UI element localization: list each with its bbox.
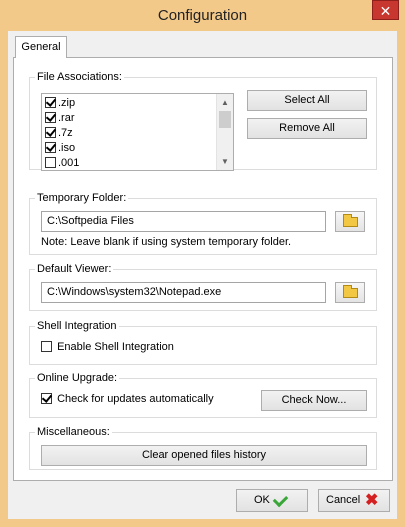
checkbox-zip[interactable] bbox=[45, 97, 56, 108]
temporary-folder-input[interactable]: C:\Softpedia Files bbox=[41, 211, 326, 232]
checkbox-rar[interactable] bbox=[45, 112, 56, 123]
file-associations-list[interactable]: .zip .rar .7z .iso .001 ▲ ▼ bbox=[41, 93, 234, 171]
list-item-label: .iso bbox=[58, 142, 76, 154]
checkbox-7z[interactable] bbox=[45, 127, 56, 138]
list-item[interactable]: .iso bbox=[45, 141, 75, 156]
scroll-up-icon[interactable]: ▲ bbox=[217, 94, 233, 111]
remove-all-button[interactable]: Remove All bbox=[247, 118, 367, 139]
checkbox-box[interactable] bbox=[41, 393, 52, 404]
temporary-folder-group: Temporary Folder: C:\Softpedia Files Not… bbox=[29, 191, 377, 255]
checkbox-label: Enable Shell Integration bbox=[57, 341, 174, 353]
online-upgrade-label: Online Upgrade: bbox=[35, 371, 120, 385]
checkmark-icon bbox=[272, 491, 289, 508]
shell-integration-label: Shell Integration bbox=[35, 319, 119, 333]
close-icon: ✕ bbox=[379, 3, 392, 19]
file-associations-group: File Associations: .zip .rar .7z .iso .0… bbox=[29, 70, 377, 171]
ok-button[interactable]: OK bbox=[236, 489, 308, 512]
temporary-folder-label: Temporary Folder: bbox=[35, 191, 129, 205]
checkbox-box[interactable] bbox=[41, 341, 52, 352]
dialog-client-area: General File Associations: .zip .rar .7z… bbox=[8, 31, 397, 519]
tab-general[interactable]: General bbox=[15, 36, 67, 58]
default-viewer-group: Default Viewer: C:\Windows\system32\Note… bbox=[29, 262, 377, 311]
checkbox-001[interactable] bbox=[45, 157, 56, 168]
folder-icon bbox=[343, 285, 358, 298]
folder-icon bbox=[343, 214, 358, 227]
scroll-down-icon[interactable]: ▼ bbox=[217, 153, 233, 170]
default-viewer-input[interactable]: C:\Windows\system32\Notepad.exe bbox=[41, 282, 326, 303]
select-all-button[interactable]: Select All bbox=[247, 90, 367, 111]
shell-integration-group: Shell Integration Enable Shell Integrati… bbox=[29, 319, 377, 365]
browse-default-viewer-button[interactable] bbox=[335, 282, 365, 303]
list-item[interactable]: .rar bbox=[45, 111, 75, 126]
browse-temporary-folder-button[interactable] bbox=[335, 211, 365, 232]
scroll-thumb[interactable] bbox=[219, 111, 231, 128]
enable-shell-integration-checkbox[interactable]: Enable Shell Integration bbox=[41, 340, 174, 355]
list-scrollbar[interactable]: ▲ ▼ bbox=[216, 94, 233, 170]
configuration-window: Configuration ✕ General File Association… bbox=[0, 0, 405, 527]
cancel-button[interactable]: Cancel ✖ bbox=[318, 489, 390, 512]
list-item[interactable]: .001 bbox=[45, 156, 79, 171]
check-now-button[interactable]: Check Now... bbox=[261, 390, 367, 411]
list-item[interactable]: .zip bbox=[45, 96, 75, 111]
file-associations-label: File Associations: bbox=[35, 70, 124, 84]
title-bar[interactable]: Configuration ✕ bbox=[0, 0, 405, 31]
checkbox-label: Check for updates automatically bbox=[57, 393, 214, 405]
online-upgrade-group: Online Upgrade: Check for updates automa… bbox=[29, 371, 377, 418]
miscellaneous-group: Miscellaneous: Clear opened files histor… bbox=[29, 425, 377, 470]
checkbox-iso[interactable] bbox=[45, 142, 56, 153]
ok-label: OK bbox=[254, 494, 270, 506]
general-tab-panel: File Associations: .zip .rar .7z .iso .0… bbox=[13, 57, 393, 481]
list-item-label: .7z bbox=[58, 127, 73, 139]
temporary-folder-note: Note: Leave blank if using system tempor… bbox=[41, 236, 292, 248]
close-button[interactable]: ✕ bbox=[372, 0, 399, 20]
clear-history-button[interactable]: Clear opened files history bbox=[41, 445, 367, 466]
check-updates-automatically-checkbox[interactable]: Check for updates automatically bbox=[41, 392, 214, 407]
miscellaneous-label: Miscellaneous: bbox=[35, 425, 112, 439]
cancel-label: Cancel bbox=[326, 494, 361, 506]
list-item[interactable]: .7z bbox=[45, 126, 73, 141]
list-item-label: .zip bbox=[58, 97, 76, 109]
red-x-icon: ✖ bbox=[365, 492, 379, 509]
list-item-label: .rar bbox=[58, 112, 75, 124]
default-viewer-label: Default Viewer: bbox=[35, 262, 114, 276]
window-title: Configuration bbox=[157, 7, 248, 24]
list-item-label: .001 bbox=[58, 157, 80, 169]
